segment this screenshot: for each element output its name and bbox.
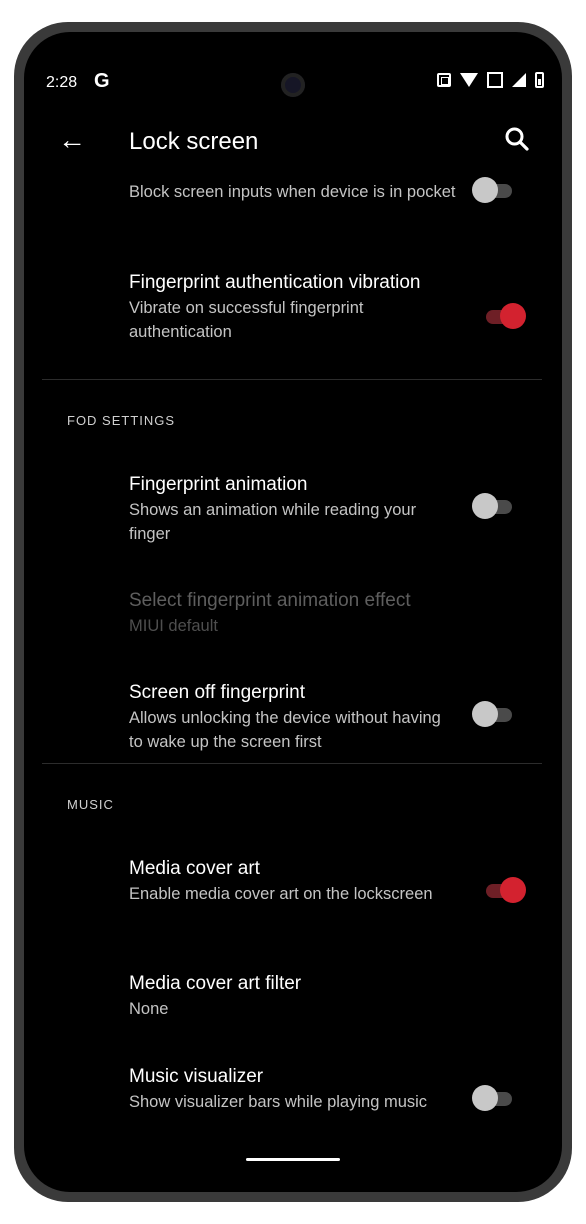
setting-pocket-mode[interactable]: Block screen inputs when device is in po… xyxy=(129,180,459,204)
screen: 2:28 G ← Lock screen Block screen inputs… xyxy=(24,32,562,1192)
setting-music-visualizer[interactable]: Music visualizer Show visualizer bars wh… xyxy=(129,1064,459,1114)
setting-summary: Show visualizer bars while playing music xyxy=(129,1093,428,1111)
arrow-back-icon[interactable]: ← xyxy=(58,126,86,154)
volte-icon xyxy=(487,72,503,88)
setting-title: Fingerprint animation xyxy=(129,474,308,495)
app-bar: ← Lock screen xyxy=(24,120,562,168)
divider xyxy=(42,763,542,764)
pocket-mode-toggle[interactable] xyxy=(472,176,514,206)
setting-title: Select fingerprint animation effect xyxy=(129,590,411,611)
setting-media-cover-art[interactable]: Media cover art Enable media cover art o… xyxy=(129,856,459,906)
setting-summary: MIUI default xyxy=(129,617,218,635)
sim-icon xyxy=(437,73,451,87)
section-header-fod: FOD SETTINGS xyxy=(67,413,176,428)
setting-summary: Enable media cover art on the lockscreen xyxy=(129,885,433,903)
media-cover-art-toggle[interactable] xyxy=(484,876,526,906)
status-icons xyxy=(437,72,544,88)
gesture-nav-bar[interactable] xyxy=(246,1158,340,1161)
setting-screen-off-fingerprint[interactable]: Screen off fingerprint Allows unlocking … xyxy=(129,680,459,754)
setting-summary: Shows an animation while reading your fi… xyxy=(129,501,417,543)
google-icon: G xyxy=(94,70,110,92)
setting-summary: Vibrate on successful fingerprint authen… xyxy=(129,299,364,341)
fingerprint-vibration-toggle[interactable] xyxy=(484,302,526,332)
fingerprint-animation-toggle[interactable] xyxy=(472,492,514,522)
status-bar: 2:28 G xyxy=(24,32,562,97)
setting-summary: Block screen inputs when device is in po… xyxy=(129,183,456,201)
setting-title: Music visualizer xyxy=(129,1066,264,1087)
wifi-icon xyxy=(460,73,478,87)
setting-fingerprint-vibration[interactable]: Fingerprint authentication vibration Vib… xyxy=(129,270,459,344)
setting-fingerprint-animation-effect: Select fingerprint animation effect MIUI… xyxy=(129,588,509,638)
divider xyxy=(42,379,542,380)
setting-media-cover-art-filter[interactable]: Media cover art filter None xyxy=(129,971,459,1021)
status-time: 2:28 xyxy=(46,74,78,91)
camera-cutout xyxy=(281,73,305,97)
battery-icon xyxy=(535,72,544,88)
setting-fingerprint-animation[interactable]: Fingerprint animation Shows an animation… xyxy=(129,472,459,546)
setting-title: Fingerprint authentication vibration xyxy=(129,272,421,293)
signal-icon xyxy=(512,73,526,87)
screen-off-fingerprint-toggle[interactable] xyxy=(472,700,514,730)
search-icon[interactable] xyxy=(502,124,532,154)
section-header-music: MUSIC xyxy=(67,797,114,812)
setting-title: Screen off fingerprint xyxy=(129,682,306,703)
page-title: Lock screen xyxy=(129,128,259,155)
setting-summary: None xyxy=(129,1000,169,1018)
setting-title: Media cover art filter xyxy=(129,973,302,994)
setting-title: Media cover art xyxy=(129,858,260,879)
phone-frame: 2:28 G ← Lock screen Block screen inputs… xyxy=(14,22,572,1202)
music-visualizer-toggle[interactable] xyxy=(472,1084,514,1114)
setting-summary: Allows unlocking the device without havi… xyxy=(129,709,441,751)
